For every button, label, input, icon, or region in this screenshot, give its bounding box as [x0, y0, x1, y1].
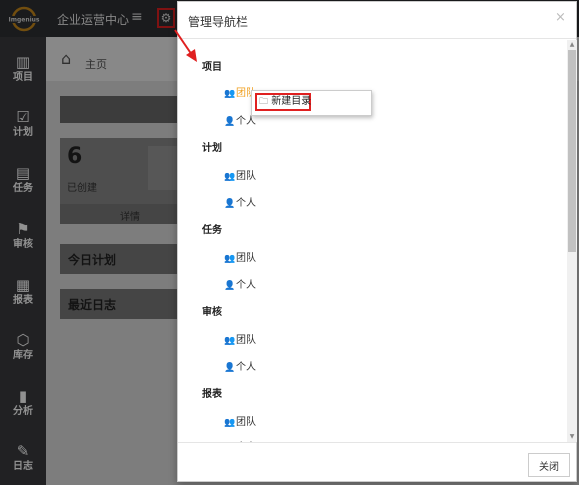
modal-footer: 关闭	[178, 442, 576, 482]
section-title-review: 审核	[202, 307, 222, 318]
modal-body: 项目 👥团队 👤个人 计划 👥团队 👤个人 任务 👥团队 👤个人 审核 👥团队 …	[178, 40, 568, 442]
tree-item-label: 个人	[236, 116, 256, 127]
new-folder-menu-item[interactable]: 🗀 新建目录	[255, 93, 311, 111]
users-icon: 👥	[224, 89, 236, 99]
tree-item-label: 个人	[236, 198, 256, 209]
tree-item-review-team[interactable]: 👥团队	[224, 331, 256, 346]
folder-icon: 🗀	[259, 97, 269, 107]
user-icon: 👤	[224, 199, 236, 209]
users-icon: 👥	[224, 172, 236, 182]
tree-item-label: 个人	[236, 280, 256, 291]
section-title-plan: 计划	[202, 143, 222, 154]
users-icon: 👥	[224, 418, 236, 428]
menu-item-label: 新建目录	[271, 96, 312, 107]
tree-item-plan-team[interactable]: 👥团队	[224, 167, 256, 182]
tree-item-review-personal[interactable]: 👤个人	[224, 358, 256, 373]
user-icon: 👤	[224, 281, 236, 291]
close-button[interactable]: 关闭	[528, 453, 570, 477]
tree-item-report-team[interactable]: 👥团队	[224, 413, 256, 428]
scroll-down-icon[interactable]: ▼	[567, 432, 577, 442]
users-icon: 👥	[224, 254, 236, 264]
manage-nav-modal: 管理导航栏 × 项目 👥团队 👤个人 计划 👥团队 👤个人 任务 👥团队 👤个人…	[177, 1, 577, 482]
modal-scrollbar[interactable]: ▲ ▼	[567, 40, 577, 442]
section-title-project: 项目	[202, 62, 222, 73]
tree-item-plan-personal[interactable]: 👤个人	[224, 194, 256, 209]
modal-header: 管理导航栏 ×	[178, 2, 576, 39]
section-title-task: 任务	[202, 225, 222, 236]
tree-item-label: 团队	[236, 253, 256, 264]
tree-item-label: 个人	[236, 362, 256, 373]
users-icon: 👥	[224, 336, 236, 346]
user-icon: 👤	[224, 363, 236, 373]
tree-item-task-team[interactable]: 👥团队	[224, 249, 256, 264]
tree-item-label: 团队	[236, 171, 256, 182]
user-icon: 👤	[224, 117, 236, 127]
tree-item-label: 团队	[236, 417, 256, 428]
tree-item-label: 团队	[236, 335, 256, 346]
scroll-up-icon[interactable]: ▲	[567, 40, 577, 50]
scroll-thumb[interactable]	[568, 50, 576, 252]
close-icon[interactable]: ×	[555, 10, 566, 25]
section-title-report: 报表	[202, 389, 222, 400]
context-menu: 🗀 新建目录	[251, 90, 372, 116]
annotation-arrow-icon	[174, 29, 197, 62]
tree-item-task-personal[interactable]: 👤个人	[224, 276, 256, 291]
